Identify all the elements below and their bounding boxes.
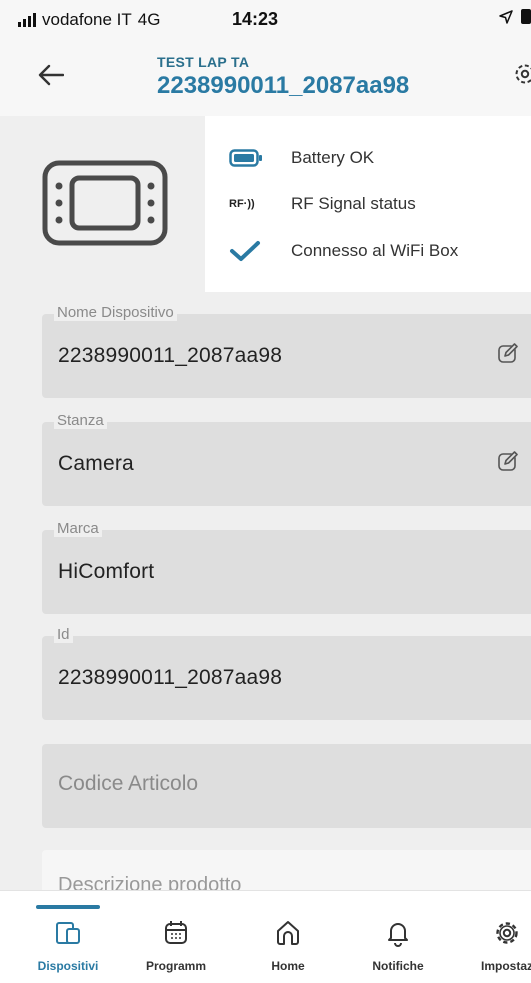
id-label: Id [54, 626, 73, 643]
battery-icon [229, 149, 263, 167]
edit-icon[interactable] [497, 450, 519, 472]
device-name-label: Nome Dispositivo [54, 304, 177, 321]
rf-signal-icon: RF·)) [229, 198, 255, 210]
device-name-value: 2238990011_2087aa98 [58, 344, 282, 368]
nav-item-impostazioni[interactable]: Impostaz [457, 919, 531, 973]
wifi-status-label: Connesso al WiFi Box [291, 241, 458, 261]
rf-status-row: RF·)) RF Signal status [229, 194, 416, 214]
network-type: 4G [138, 10, 161, 30]
checkmark-icon [229, 240, 261, 262]
article-code-placeholder: Codice Articolo [58, 772, 198, 796]
device-status-card: Battery OK RF·)) RF Signal status Connes… [205, 116, 531, 292]
calendar-icon [162, 919, 190, 947]
nav-label: Impostaz [457, 959, 531, 973]
battery-status-icon [521, 9, 531, 24]
devices-icon [54, 919, 82, 947]
back-arrow-icon[interactable] [38, 62, 64, 92]
header-subtitle: TEST LAP TA [157, 54, 249, 70]
article-code-field[interactable]: Codice Articolo [42, 744, 531, 828]
room-field[interactable]: Camera [42, 422, 531, 506]
edit-icon[interactable] [497, 342, 519, 364]
app-header: TEST LAP TA 2238990011_2087aa98 [0, 40, 531, 116]
device-name-field[interactable]: 2238990011_2087aa98 [42, 314, 531, 398]
settings-gear-icon[interactable] [513, 62, 531, 86]
id-value: 2238990011_2087aa98 [58, 666, 282, 690]
rf-status-label: RF Signal status [291, 194, 416, 214]
thermostat-device-icon [42, 160, 168, 246]
active-tab-indicator [36, 905, 100, 909]
battery-status-label: Battery OK [291, 148, 374, 168]
location-arrow-icon [499, 10, 513, 24]
page-title: 2238990011_2087aa98 [157, 72, 409, 100]
product-description-field[interactable]: Descrizione prodotto [42, 850, 531, 890]
nav-label: Notifiche [348, 959, 448, 973]
status-time: 14:23 [232, 9, 278, 30]
brand-label: Marca [54, 520, 102, 537]
product-description-placeholder: Descrizione prodotto [58, 874, 241, 890]
brand-field: HiComfort [42, 530, 531, 614]
bell-icon [384, 919, 412, 947]
carrier-group: vodafone IT 4G [18, 10, 160, 30]
room-value: Camera [58, 452, 134, 476]
nav-item-home[interactable]: Home [238, 919, 338, 973]
status-bar: vodafone IT 4G 14:23 [0, 0, 531, 40]
nav-label: Programm [126, 959, 226, 973]
home-icon [274, 919, 302, 947]
room-label: Stanza [54, 412, 107, 429]
id-field: 2238990011_2087aa98 [42, 636, 531, 720]
gear-icon [493, 919, 521, 947]
carrier-name: vodafone IT [42, 10, 132, 30]
nav-label: Home [238, 959, 338, 973]
signal-bars-icon [18, 13, 36, 27]
status-right [499, 9, 531, 24]
nav-label: Dispositivi [18, 959, 118, 973]
wifi-status-row: Connesso al WiFi Box [229, 240, 458, 262]
nav-item-dispositivi[interactable]: Dispositivi [18, 919, 118, 973]
brand-value: HiComfort [58, 560, 154, 584]
nav-item-notifiche[interactable]: Notifiche [348, 919, 448, 973]
nav-item-programm[interactable]: Programm [126, 919, 226, 973]
device-summary: Battery OK RF·)) RF Signal status Connes… [0, 116, 531, 296]
battery-status-row: Battery OK [229, 148, 374, 168]
bottom-nav: Dispositivi Programm Home Notifiche Imp [0, 890, 531, 983]
